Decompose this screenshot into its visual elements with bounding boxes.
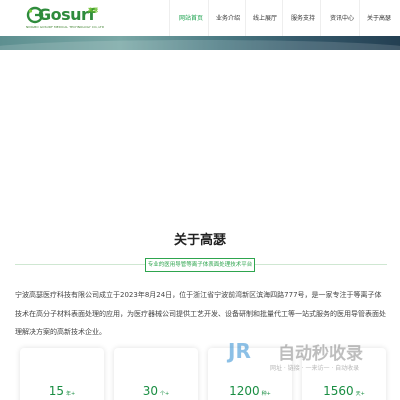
watermark-logo: JR (228, 339, 251, 363)
stat-card-years: 15 年+ (20, 348, 104, 400)
stat-value: 1200 (229, 384, 260, 398)
nav-item-support[interactable]: 服务支持 (291, 13, 315, 22)
nav-divider (282, 0, 283, 36)
nav-divider (245, 0, 246, 36)
nav-item-home[interactable]: 网站首页 (179, 13, 203, 22)
nav-item-about[interactable]: 关于高瑟 (367, 13, 391, 22)
stat-value: 30 (142, 384, 159, 398)
logo-tagline: NINGBO GOSURF MEDICAL TECHNOLOGY CO.,LTD (26, 25, 105, 29)
logo-text: Gosurf (38, 5, 95, 24)
stat-unit: 个+ (160, 391, 170, 397)
site-logo[interactable]: Gosurf 高瑟 NINGBO GOSURF MEDICAL TECHNOLO… (26, 5, 116, 32)
logo-cn-text: 高瑟 (88, 8, 99, 14)
banner-wave (0, 40, 400, 50)
hero-banner (0, 36, 400, 50)
nav-item-news[interactable]: 资讯中心 (330, 13, 354, 22)
nav-item-business[interactable]: 业务介绍 (216, 13, 240, 22)
stat-value-line: 1200 种+ (208, 384, 292, 398)
nav-divider (320, 0, 321, 36)
stat-value: 15 (48, 384, 65, 398)
stat-value-line: 1560 天+ (302, 384, 386, 398)
nav-divider (208, 0, 209, 36)
stat-card-items: 30 个+ (114, 348, 198, 400)
nav-item-showroom[interactable]: 线上展厅 (253, 13, 277, 22)
site-header: Gosurf 高瑟 NINGBO GOSURF MEDICAL TECHNOLO… (0, 0, 400, 36)
watermark-overlay: JR 自动秒收录 网址 · 链接 · 一来访一 · 自动收录 (228, 337, 388, 377)
about-subtitle-badge: 专业的医用导管等离子体表面处理技术平台 (145, 258, 255, 272)
about-description: 宁波高瑟医疗科技有限公司成立于2023年8月24日，位于浙江省宁波前湾新区滨海四… (15, 291, 386, 336)
stat-unit: 天+ (355, 391, 365, 397)
stat-value: 1560 (323, 384, 354, 398)
nav-divider (169, 0, 170, 36)
nav-divider (359, 0, 360, 36)
stat-unit: 年+ (66, 391, 76, 397)
stat-value-line: 30 个+ (114, 384, 198, 398)
watermark-text: 自动秒收录 (278, 344, 363, 364)
about-title: 关于高瑟 (173, 233, 226, 248)
subtitle-divider-right (255, 264, 387, 265)
watermark-subtext: 网址 · 链接 · 一来访一 · 自动收录 (270, 365, 360, 372)
stat-value-line: 15 年+ (20, 384, 104, 398)
subtitle-divider-left (15, 264, 145, 265)
stat-unit: 种+ (261, 391, 271, 397)
